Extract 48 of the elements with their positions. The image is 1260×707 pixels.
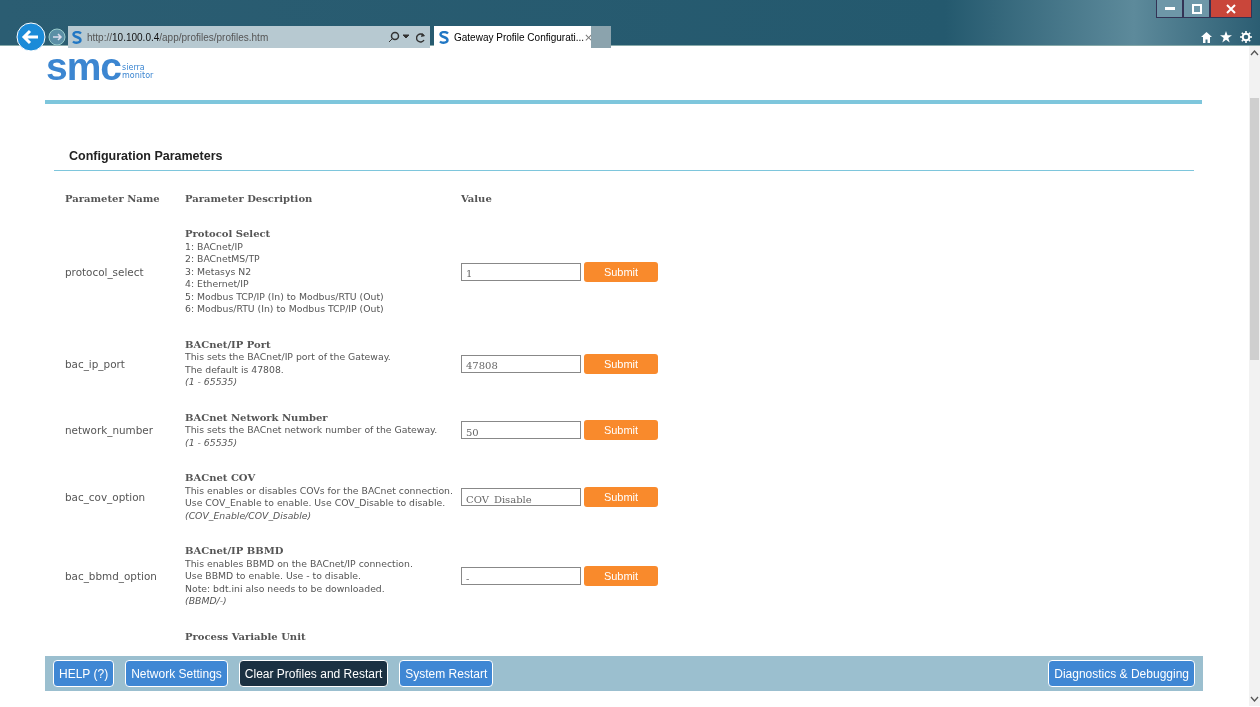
column-header: Parameter Name (65, 193, 161, 204)
parameter-description: 5: Modbus TCP/IP (In) to Modbus/RTU (Out) (185, 290, 384, 303)
value-input[interactable]: 47808 (461, 354, 581, 373)
parameter-name: network_number (65, 424, 153, 437)
tab-title: Gateway Profile Configurati... (454, 31, 585, 43)
footer-button[interactable]: Clear Profiles and Restart (238, 660, 389, 687)
section-title: Configuration Parameters (69, 149, 223, 163)
parameter-title: Protocol Select (185, 228, 271, 241)
parameter-title: Process Variable Unit (185, 630, 306, 643)
parameter-range: (1 - 65535) (185, 376, 237, 389)
footer-button[interactable]: System Restart (399, 660, 494, 687)
parameter-title: BACnet Network Number (185, 411, 328, 424)
parameter-description: Use COV_Enable to enable. Use COV_Disable to disable. (185, 497, 446, 510)
parameter-description: This enables or disables COVs for the BACnet connection. (185, 484, 453, 497)
column-header: Parameter Description (185, 193, 314, 204)
parameter-name: bac_bbmd_option (65, 570, 157, 583)
parameter-description: The default is 47808. (185, 363, 284, 376)
column-header: Value (461, 193, 493, 204)
parameter-description: 2: BACnetMS/TP (185, 253, 260, 266)
value-input[interactable]: 1 (461, 262, 581, 281)
diagnostics-button[interactable]: Diagnostics & Debugging (1048, 660, 1195, 687)
parameter-title: BACnet COV (185, 472, 256, 485)
address-bar[interactable]: http://10.100.0.4/app/profiles/profiles.htm (68, 26, 430, 48)
parameter-name: bac_ip_port (65, 357, 125, 370)
parameter-description: 3: Metasys N2 (185, 265, 252, 278)
tab-close-button[interactable]: × (584, 30, 594, 44)
parameter-description: 1: BACnet/IP (185, 240, 243, 253)
parameter-description: Note: bdt.ini also needs to be downloaded. (185, 582, 385, 595)
value-input[interactable]: - (461, 567, 581, 586)
parameter-title: BACnet/IP Port (185, 338, 271, 351)
value-input[interactable]: 50 (461, 421, 581, 440)
parameter-description: This sets the BACnet network number of the Gateway. (185, 424, 438, 437)
browser-tab[interactable]: Gateway Profile Configurati...× (434, 26, 591, 48)
parameter-range: (BBMD/-) (185, 595, 227, 608)
parameter-name: bac_cov_option (65, 491, 146, 503)
footer-button[interactable]: HELP (?) (53, 660, 115, 687)
parameter-description: This sets the BACnet/IP port of the Gateway. (185, 351, 391, 364)
parameter-range: (COV_Enable/COV_Disable) (185, 509, 312, 522)
parameter-description: 6: Modbus/RTU (In) to Modbus TCP/IP (Out) (185, 303, 384, 316)
parameter-description: Use BBMD to enable. Use - to disable. (185, 570, 362, 583)
parameter-description: 4: Ethernet/IP (185, 278, 249, 291)
parameter-description: This enables BBMD on the BACnet/IP connection. (185, 557, 413, 570)
footer-button[interactable]: Network Settings (125, 660, 228, 687)
url-text: http://10.100.0.4/app/profiles/profiles.htm (87, 31, 270, 43)
value-input[interactable]: COV_Disable (461, 488, 581, 506)
parameter-title: BACnet/IP BBMD (185, 545, 284, 558)
parameter-range: (1 - 65535) (185, 436, 237, 449)
parameter-name: protocol_select (65, 265, 144, 278)
